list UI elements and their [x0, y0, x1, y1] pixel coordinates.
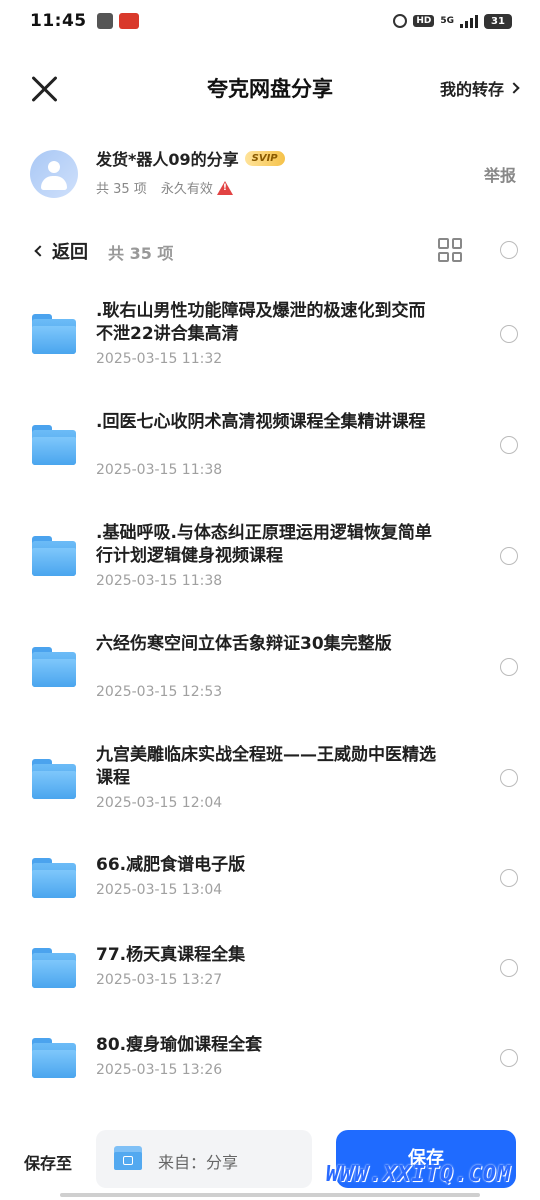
system-icons: HD 5G 31 — [393, 13, 512, 29]
notification-icons — [96, 13, 139, 29]
file-name: .耿右山男性功能障碍及爆泄的极速化到交而不泄22讲合集高清 — [96, 301, 426, 344]
shared-folder-icon — [114, 1146, 142, 1170]
file-name: 九宫美雕临床实战全程班——王威勋中医精选课程 — [96, 745, 436, 788]
report-button[interactable]: 举报 — [484, 162, 516, 186]
folder-icon — [32, 948, 76, 988]
svip-badge: SVIP — [244, 150, 285, 166]
file-date: 2025-03-15 11:32 — [96, 351, 223, 367]
alarm-icon — [393, 14, 408, 28]
item-checkbox[interactable] — [500, 959, 518, 977]
my-transfer-button[interactable]: 我的转存 — [439, 76, 520, 100]
sharer-info: 发货*器人09的分享 SVIP 共 35 项 永久有效 举报 — [30, 140, 520, 210]
list-item[interactable]: .耿右山男性功能障碍及爆泄的极速化到交而不泄22讲合集高清 2025-03-15… — [0, 280, 540, 390]
folder-icon — [32, 858, 76, 898]
list-item[interactable]: .基础呼吸.与体态纠正原理运用逻辑恢复简单行计划逻辑健身视频课程 2025-03… — [0, 501, 540, 612]
file-date: 2025-03-15 13:04 — [96, 882, 223, 898]
item-checkbox[interactable] — [500, 1049, 518, 1067]
file-date: 2025-03-15 13:27 — [96, 972, 223, 988]
list-toolbar: 返回 共 35 项 — [0, 228, 540, 272]
my-transfer-label: 我的转存 — [439, 80, 504, 99]
sharer-name: 发货*器人09的分享 — [96, 150, 239, 169]
item-checkbox[interactable] — [500, 658, 518, 676]
file-name: 六经伤寒空间立体舌象辩证30集完整版 — [96, 634, 392, 654]
close-icon[interactable] — [30, 74, 60, 104]
status-time: 11:45 — [30, 11, 87, 31]
header: 夸克网盘分享 我的转存 — [0, 58, 540, 118]
status-bar: 11:45 HD 5G 31 — [0, 0, 540, 42]
battery-icon: 31 — [484, 13, 512, 29]
file-name: .基础呼吸.与体态纠正原理运用逻辑恢复简单行计划逻辑健身视频课程 — [96, 523, 432, 566]
sharer-name-row: 发货*器人09的分享 SVIP — [96, 146, 285, 170]
save-to-label: 保存至 — [24, 1154, 73, 1173]
item-checkbox[interactable] — [500, 547, 518, 565]
destination-label: 来自：分享 — [158, 1153, 239, 1172]
item-checkbox[interactable] — [500, 769, 518, 787]
folder-icon — [32, 536, 76, 576]
watermark: WWW.XXITQ.COM — [326, 1162, 512, 1187]
list-item[interactable]: 六经伤寒空间立体舌象辩证30集完整版 2025-03-15 12:53 — [0, 612, 540, 723]
item-checkbox[interactable] — [500, 869, 518, 887]
warning-icon[interactable] — [216, 180, 233, 195]
back-button[interactable]: 返回 — [34, 238, 88, 264]
home-indicator[interactable] — [60, 1193, 480, 1197]
select-all-checkbox[interactable] — [500, 241, 518, 259]
app-notification-icon — [118, 13, 139, 29]
file-name: 66.减肥食谱电子版 — [96, 855, 246, 875]
user-icon-body — [41, 176, 67, 190]
share-validity: 永久有效 — [160, 182, 213, 197]
folder-icon — [32, 1038, 76, 1078]
item-count: 共 35 项 — [108, 244, 174, 263]
back-label: 返回 — [52, 242, 88, 263]
destination-selector[interactable]: 来自：分享 — [96, 1130, 312, 1188]
share-item-count: 共 35 项 — [96, 182, 147, 197]
signal-icon — [460, 14, 478, 28]
file-date: 2025-03-15 12:53 — [96, 684, 223, 700]
file-date: 2025-03-15 12:04 — [96, 795, 223, 811]
audio-app-icon — [96, 13, 113, 29]
file-list: .耿右山男性功能障碍及爆泄的极速化到交而不泄22讲合集高清 2025-03-15… — [0, 280, 540, 1103]
list-item[interactable]: 80.瘦身瑜伽课程全套 2025-03-15 13:26 — [0, 1013, 540, 1103]
hd-icon: HD — [413, 15, 435, 27]
list-item[interactable]: 66.减肥食谱电子版 2025-03-15 13:04 — [0, 833, 540, 923]
folder-icon — [32, 647, 76, 687]
grid-view-icon[interactable] — [438, 238, 462, 262]
avatar[interactable] — [30, 150, 78, 198]
folder-icon — [32, 425, 76, 465]
folder-icon — [32, 314, 76, 354]
folder-icon — [32, 759, 76, 799]
file-name: 77.杨天真课程全集 — [96, 945, 246, 965]
item-checkbox[interactable] — [500, 325, 518, 343]
item-checkbox[interactable] — [500, 436, 518, 454]
chevron-right-icon — [508, 82, 520, 94]
list-item[interactable]: 77.杨天真课程全集 2025-03-15 13:27 — [0, 923, 540, 1013]
chevron-left-icon — [34, 245, 46, 257]
file-date: 2025-03-15 11:38 — [96, 462, 223, 478]
user-icon-head — [48, 161, 60, 173]
file-name: 80.瘦身瑜伽课程全套 — [96, 1035, 263, 1055]
list-item[interactable]: .回医七心收阴术高清视频课程全集精讲课程 2025-03-15 11:38 — [0, 390, 540, 501]
list-item[interactable]: 九宫美雕临床实战全程班——王威勋中医精选课程 2025-03-15 12:04 — [0, 723, 540, 833]
file-date: 2025-03-15 11:38 — [96, 573, 223, 589]
file-date: 2025-03-15 13:26 — [96, 1062, 223, 1078]
file-name: .回医七心收阴术高清视频课程全集精讲课程 — [96, 412, 426, 432]
network-type: 5G — [440, 16, 454, 26]
share-meta: 共 35 项 永久有效 — [96, 178, 233, 197]
